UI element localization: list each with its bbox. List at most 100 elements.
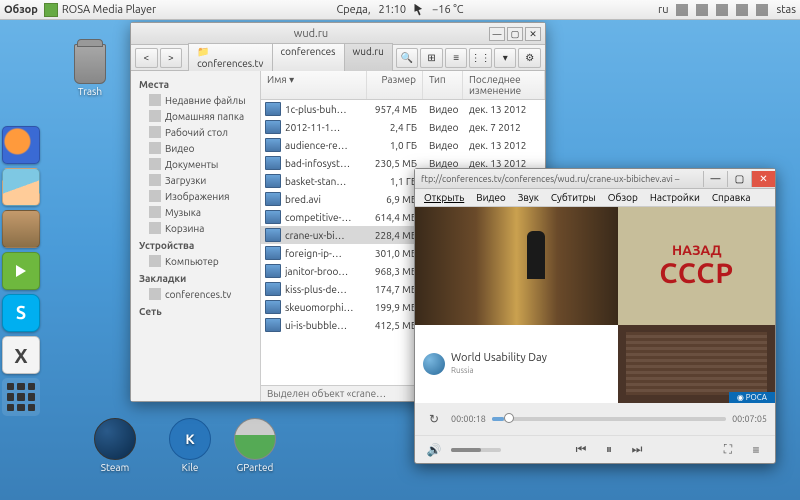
- activities-button[interactable]: Обзор: [4, 4, 38, 16]
- settings-button[interactable]: ⚙: [518, 48, 541, 68]
- seek-thumb[interactable]: [504, 413, 514, 423]
- video-title-frame: НАЗАДСССР: [618, 207, 775, 325]
- keyboard-layout[interactable]: ru: [658, 4, 668, 16]
- user-menu[interactable]: stas: [776, 4, 796, 16]
- sidebar-item[interactable]: Компьютер: [133, 253, 258, 269]
- menu-item[interactable]: Субтитры: [546, 192, 601, 203]
- dock-images[interactable]: [2, 168, 40, 206]
- dock-firefox[interactable]: [2, 126, 40, 164]
- folder-icon: [149, 126, 161, 138]
- menu-item[interactable]: Открыть: [419, 192, 469, 203]
- fm-sidebar: Места Недавние файлыДомашняя папкаРабочи…: [131, 71, 261, 401]
- search-button[interactable]: 🔍: [396, 48, 419, 68]
- mp-close-button[interactable]: ✕: [751, 171, 775, 187]
- desktop-steam[interactable]: Steam: [85, 418, 145, 473]
- panel-time[interactable]: 21:10: [379, 4, 407, 16]
- mp-maximize-button[interactable]: ▢: [727, 171, 751, 187]
- sidebar-item[interactable]: Рабочий стол: [133, 124, 258, 140]
- desktop-trash[interactable]: Trash: [60, 44, 120, 97]
- sidebar-item[interactable]: Домашняя папка: [133, 108, 258, 124]
- view-icons-button[interactable]: ⊞: [420, 48, 443, 68]
- sidebar-item[interactable]: Видео: [133, 140, 258, 156]
- folder-icon: [149, 255, 161, 267]
- prev-button[interactable]: ⏮: [570, 441, 592, 459]
- sidebar-item[interactable]: Недавние файлы: [133, 92, 258, 108]
- sidebar-item[interactable]: Корзина: [133, 220, 258, 236]
- down-button[interactable]: ▾: [494, 48, 517, 68]
- kile-icon: K: [169, 418, 211, 460]
- fm-title: wud.ru: [135, 28, 487, 40]
- menu-item[interactable]: Звук: [513, 192, 544, 203]
- sidebar-item[interactable]: Загрузки: [133, 172, 258, 188]
- battery-icon[interactable]: [736, 4, 748, 16]
- mp-title: ftp://conferences.tv/conferences/wud.ru/…: [415, 174, 703, 184]
- folder-icon: [149, 222, 161, 234]
- desktop-kile[interactable]: KKile: [160, 418, 220, 473]
- sidebar-cat-network: Сеть: [133, 302, 258, 319]
- view-compact-button[interactable]: ⋮⋮: [469, 48, 492, 68]
- view-list-button[interactable]: ≡: [445, 48, 468, 68]
- nav-forward-button[interactable]: >: [160, 48, 183, 68]
- video-file-icon: [265, 264, 281, 278]
- play-pause-button[interactable]: ⏸: [598, 441, 620, 459]
- volume-slider[interactable]: [451, 448, 501, 452]
- video-file-icon: [265, 246, 281, 260]
- crumb-1[interactable]: conferences: [272, 43, 345, 72]
- dock-archive[interactable]: [2, 210, 40, 248]
- file-row[interactable]: 1c-plus-buh…957,4 МБВидеодек. 13 2012: [261, 100, 545, 118]
- time-total: 00:07:05: [732, 414, 767, 424]
- col-date[interactable]: Последнее изменение: [463, 71, 545, 99]
- folder-icon: [149, 288, 161, 300]
- folder-icon: [149, 158, 161, 170]
- fullscreen-button[interactable]: ⛶: [717, 441, 739, 459]
- sidebar-item[interactable]: Музыка: [133, 204, 258, 220]
- dock-media-player[interactable]: [2, 252, 40, 290]
- seek-slider[interactable]: [492, 417, 726, 421]
- fm-maximize-button[interactable]: ▢: [507, 27, 523, 41]
- menu-item[interactable]: Настройки: [645, 192, 705, 203]
- fm-minimize-button[interactable]: —: [489, 27, 505, 41]
- rewind-icon[interactable]: ↻: [423, 410, 445, 428]
- col-size[interactable]: Размер: [367, 71, 423, 99]
- next-button[interactable]: ⏭: [626, 441, 648, 459]
- steam-icon: [94, 418, 136, 460]
- nav-back-button[interactable]: <: [135, 48, 158, 68]
- menu-item[interactable]: Обзор: [603, 192, 643, 203]
- menu-item[interactable]: Справка: [707, 192, 756, 203]
- volume-icon[interactable]: 🔊: [423, 441, 445, 459]
- mp-menubar: ОткрытьВидеоЗвукСубтитрыОбзорНастройкиСп…: [415, 189, 775, 207]
- sidebar-item[interactable]: Изображения: [133, 188, 258, 204]
- mp-video-area[interactable]: НАЗАДСССР World Usability DayRussia ◉ PO…: [415, 207, 775, 403]
- desktop-gparted[interactable]: GParted: [225, 418, 285, 473]
- active-app-indicator[interactable]: ROSA Media Player: [44, 3, 156, 17]
- crumb-0[interactable]: 📁 conferences.tv: [188, 43, 272, 72]
- col-name[interactable]: Имя ▾: [261, 71, 367, 99]
- volume-icon[interactable]: [676, 4, 688, 16]
- file-row[interactable]: audience-re…1,0 ГБВидеодек. 13 2012: [261, 136, 545, 154]
- fm-close-button[interactable]: ✕: [525, 27, 541, 41]
- mp-titlebar[interactable]: ftp://conferences.tv/conferences/wud.ru/…: [415, 169, 775, 189]
- sidebar-item[interactable]: Документы: [133, 156, 258, 172]
- crumb-2[interactable]: wud.ru: [344, 43, 393, 72]
- video-file-icon: [265, 300, 281, 314]
- dock-xorg[interactable]: X: [2, 336, 40, 374]
- network-icon[interactable]: [716, 4, 728, 16]
- sidebar-item[interactable]: conferences.tv: [133, 286, 258, 302]
- folder-icon: [149, 142, 161, 154]
- bluetooth-icon[interactable]: [696, 4, 708, 16]
- dock-apps-grid[interactable]: [2, 378, 40, 416]
- file-row[interactable]: 2012-11-1…2,4 ГБВидеодек. 7 2012: [261, 118, 545, 136]
- col-type[interactable]: Тип: [423, 71, 463, 99]
- menu-item[interactable]: Видео: [471, 192, 511, 203]
- dock: S X: [2, 126, 44, 416]
- dock-skype[interactable]: S: [2, 294, 40, 332]
- lock-icon[interactable]: [756, 4, 768, 16]
- mp-minimize-button[interactable]: —: [703, 171, 727, 187]
- panel-weather[interactable]: −16 °C: [432, 4, 463, 16]
- video-file-icon: [265, 120, 281, 134]
- playlist-button[interactable]: ≡: [745, 441, 767, 459]
- fm-titlebar[interactable]: wud.ru — ▢ ✕: [131, 23, 545, 45]
- video-file-icon: [265, 138, 281, 152]
- panel-date[interactable]: Среда,: [336, 4, 370, 16]
- folder-icon: [149, 110, 161, 122]
